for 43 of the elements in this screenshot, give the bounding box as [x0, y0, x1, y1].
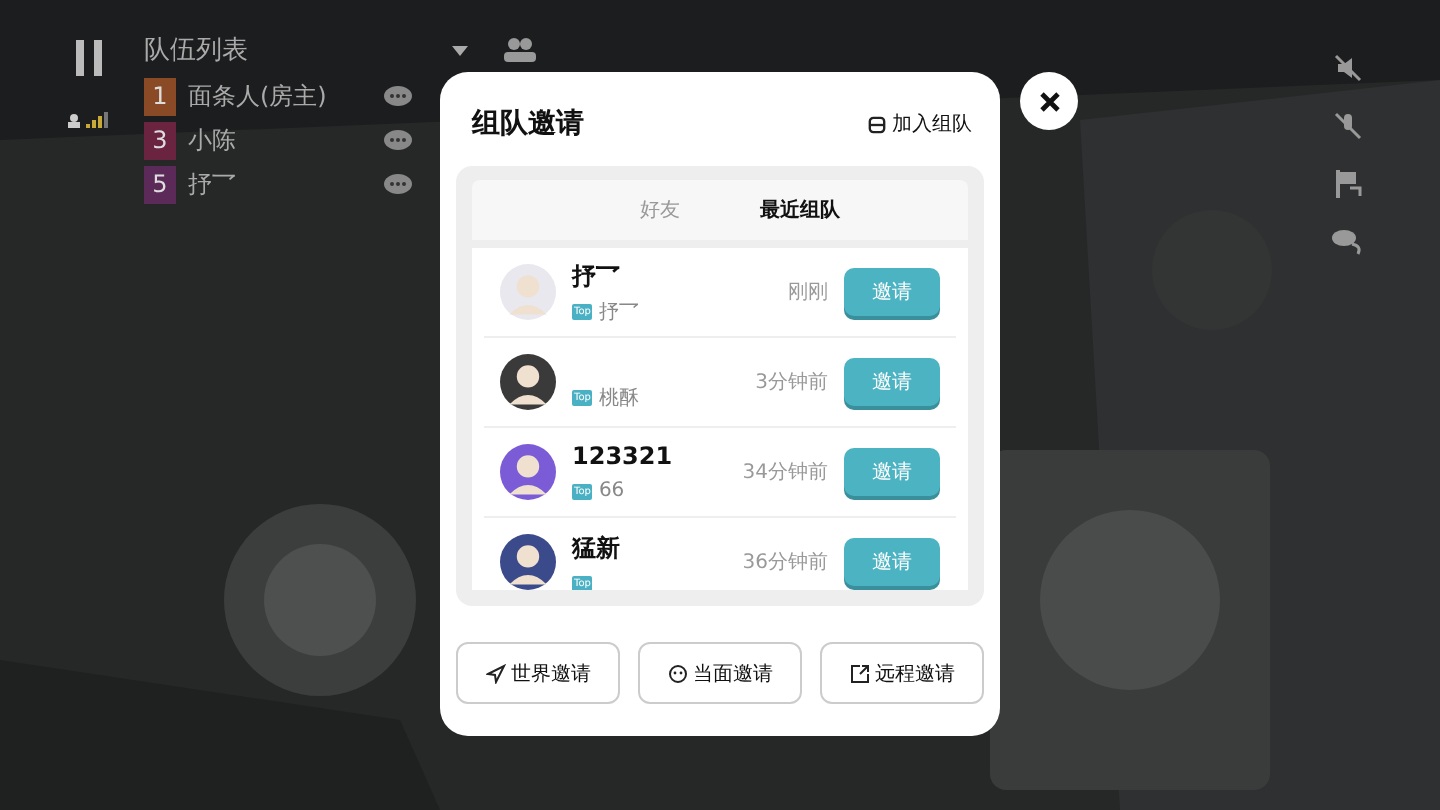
player-name: 猛新	[572, 532, 622, 566]
smiley-icon	[667, 663, 687, 683]
last-played-time: 36分钟前	[742, 549, 828, 576]
avatar	[500, 354, 556, 410]
dialog-title: 组队邀请	[472, 106, 584, 142]
member-number: 1	[144, 77, 176, 115]
pause-icon[interactable]	[76, 40, 104, 76]
muted-speaker-icon[interactable]	[1332, 52, 1364, 84]
player-subtitle: 66	[598, 480, 625, 502]
invite-option-button[interactable]: 世界邀请	[456, 642, 620, 704]
muted-microphone-icon[interactable]	[1332, 110, 1364, 142]
last-played-time: 3分钟前	[755, 369, 828, 396]
member-name: 小陈	[188, 123, 238, 157]
caret-icon[interactable]	[452, 45, 468, 55]
player-subtitle: 抒乛	[598, 299, 639, 325]
share-icon	[849, 663, 869, 683]
member-name: 面条人(房主)	[188, 79, 329, 113]
invite-option-button[interactable]: 当面邀请	[638, 642, 802, 704]
avatar	[500, 444, 556, 500]
send-icon	[485, 663, 505, 683]
people-icon[interactable]	[504, 38, 536, 62]
team-list-title: 队伍列表	[144, 34, 250, 68]
chat-bubble-icon[interactable]	[384, 129, 412, 151]
flag-icon[interactable]	[1332, 168, 1364, 200]
avatar	[500, 534, 556, 590]
member-name: 抒乛	[188, 167, 238, 201]
avatar	[500, 264, 556, 320]
chat-icon[interactable]	[1332, 226, 1364, 258]
player-subtitle: 桃酥	[598, 385, 639, 412]
signal-icon	[68, 112, 112, 128]
tab[interactable]: 最近组队	[760, 192, 840, 228]
chat-bubble-icon[interactable]	[384, 173, 412, 195]
chat-bubble-icon[interactable]	[384, 85, 412, 107]
join-team-button[interactable]: 加入组队	[868, 110, 972, 138]
close-icon	[1039, 91, 1059, 111]
player-name: 抒乛	[572, 259, 622, 293]
member-number: 3	[144, 121, 176, 159]
last-played-time: 刚刚	[788, 280, 828, 306]
last-played-time: 34分钟前	[742, 459, 828, 486]
join-icon	[868, 115, 886, 133]
member-number: 5	[144, 165, 176, 203]
player-name: 123321	[572, 442, 675, 470]
invite-option-button[interactable]: 远程邀请	[820, 642, 984, 704]
